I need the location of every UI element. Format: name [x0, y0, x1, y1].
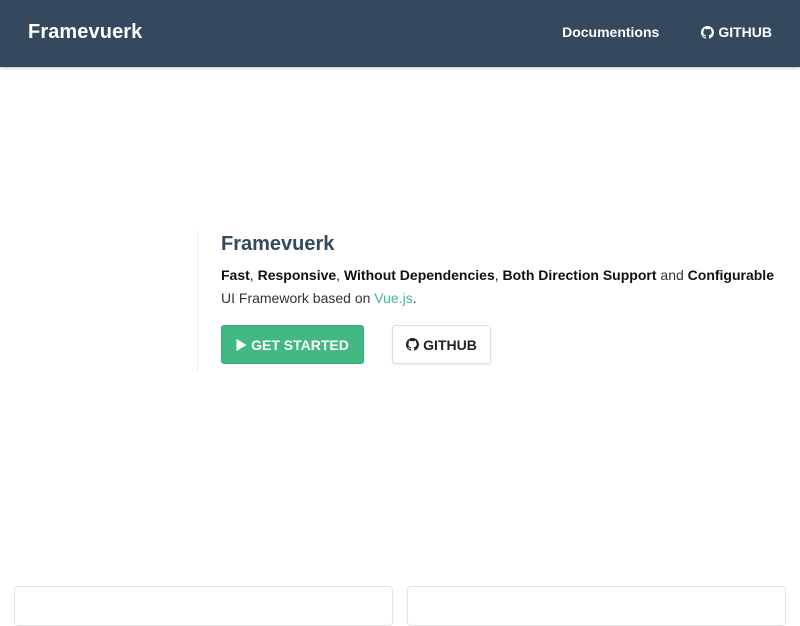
hero-section: Framevuerk Fast, Responsive, Without Dep… — [197, 231, 800, 371]
feature-without-dependencies: Without Dependencies — [343, 267, 495, 283]
nav-links: Documentions GITHUB — [562, 24, 772, 40]
separator-comma: , — [494, 267, 499, 283]
feature-fast: Fast — [221, 267, 250, 283]
separator-comma: , — [336, 267, 341, 283]
hero-title: Framevuerk — [221, 233, 335, 255]
feature-card-right — [407, 586, 786, 626]
feature-configurable: Configurable — [687, 267, 774, 283]
top-navbar: Framevuerk Documentions GITHUB — [0, 0, 800, 67]
github-button-label: GITHUB — [423, 336, 477, 353]
play-icon — [236, 338, 247, 351]
nav-link-github[interactable]: GITHUB — [701, 24, 772, 40]
nav-link-documentions-label: Documentions — [562, 24, 660, 40]
nav-link-documentions[interactable]: Documentions — [562, 24, 659, 40]
nav-link-github-label: GITHUB — [718, 24, 772, 40]
github-icon — [406, 338, 420, 351]
separator-and: and — [660, 267, 684, 283]
tagline-suffix: . — [412, 290, 417, 306]
hero-actions: GET STARTED GITHUB — [221, 325, 800, 364]
feature-responsive: Responsive — [257, 267, 337, 283]
tagline-prefix: UI Framework based on — [221, 290, 371, 306]
brand-logo-link[interactable]: Framevuerk — [28, 21, 142, 44]
vuejs-link[interactable]: Vue.js — [374, 290, 412, 306]
get-started-button-label: GET STARTED — [251, 336, 349, 353]
github-icon — [701, 25, 715, 39]
get-started-button[interactable]: GET STARTED — [221, 325, 364, 364]
feature-both-direction-support: Both Direction Support — [502, 267, 657, 283]
separator-comma: , — [249, 267, 254, 283]
github-button[interactable]: GITHUB — [392, 325, 491, 364]
feature-card-left — [14, 586, 393, 626]
hero-description: Fast, Responsive, Without Dependencies, … — [221, 264, 800, 310]
